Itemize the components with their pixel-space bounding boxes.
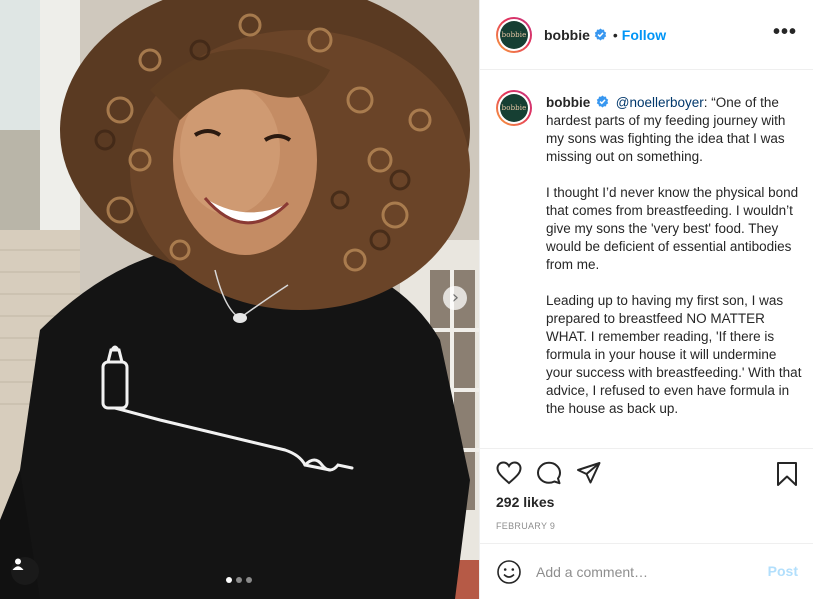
likes-count[interactable]: 292 likes — [496, 494, 554, 510]
smiley-icon[interactable] — [496, 559, 522, 585]
post-side-panel: bobbie bobbie • Follow ••• bobbie bobbie — [479, 0, 813, 599]
follow-button[interactable]: Follow — [622, 27, 666, 43]
comment-bar: Post — [480, 543, 813, 599]
caption-text: bobbie @noellerboyer: “One of the hardes… — [546, 94, 806, 436]
post-header: bobbie bobbie • Follow ••• — [480, 0, 813, 70]
comment-icon[interactable] — [536, 461, 562, 490]
post-photo[interactable]: › — [0, 0, 479, 599]
caption-section: bobbie bobbie @noellerboyer: “One of the… — [480, 86, 813, 442]
post-date: FEBRUARY 9 — [496, 521, 556, 531]
avatar-story-ring[interactable]: bobbie — [496, 16, 532, 53]
caption-username[interactable]: bobbie — [546, 95, 590, 110]
user-tag-icon — [12, 558, 24, 570]
verified-badge-icon — [594, 28, 607, 41]
caption-paragraph: Leading up to having my first son, I was… — [546, 293, 802, 416]
caption-paragraph: I thought I’d never know the physical bo… — [546, 185, 799, 272]
carousel-next-button[interactable]: › — [443, 286, 467, 310]
carousel-dot — [226, 577, 232, 583]
avatar: bobbie — [500, 94, 528, 122]
comment-input[interactable] — [536, 563, 756, 580]
post-comment-button[interactable]: Post — [768, 563, 798, 579]
verified-badge-icon — [596, 95, 609, 108]
post-actions: 292 likes FEBRUARY 9 — [480, 448, 813, 548]
header-separator: • — [612, 26, 618, 43]
chevron-right-icon: › — [451, 287, 460, 308]
carousel-dot — [236, 577, 242, 583]
avatar: bobbie — [500, 20, 528, 49]
more-options-icon[interactable]: ••• — [773, 22, 797, 42]
user-tag-button[interactable] — [11, 557, 39, 585]
avatar-story-ring[interactable]: bobbie — [496, 90, 532, 126]
avatar-logo-text: bobbie — [501, 104, 527, 112]
caption-mention-link[interactable]: @noellerboyer — [616, 95, 704, 110]
header-username[interactable]: bobbie — [544, 27, 590, 43]
photo-illustration — [0, 0, 479, 599]
carousel-dot — [246, 577, 252, 583]
paper-plane-icon[interactable] — [576, 461, 602, 490]
bookmark-icon[interactable] — [776, 461, 798, 492]
avatar-logo-text: bobbie — [501, 30, 527, 39]
heart-icon[interactable] — [496, 461, 522, 490]
carousel-indicator — [226, 577, 252, 583]
